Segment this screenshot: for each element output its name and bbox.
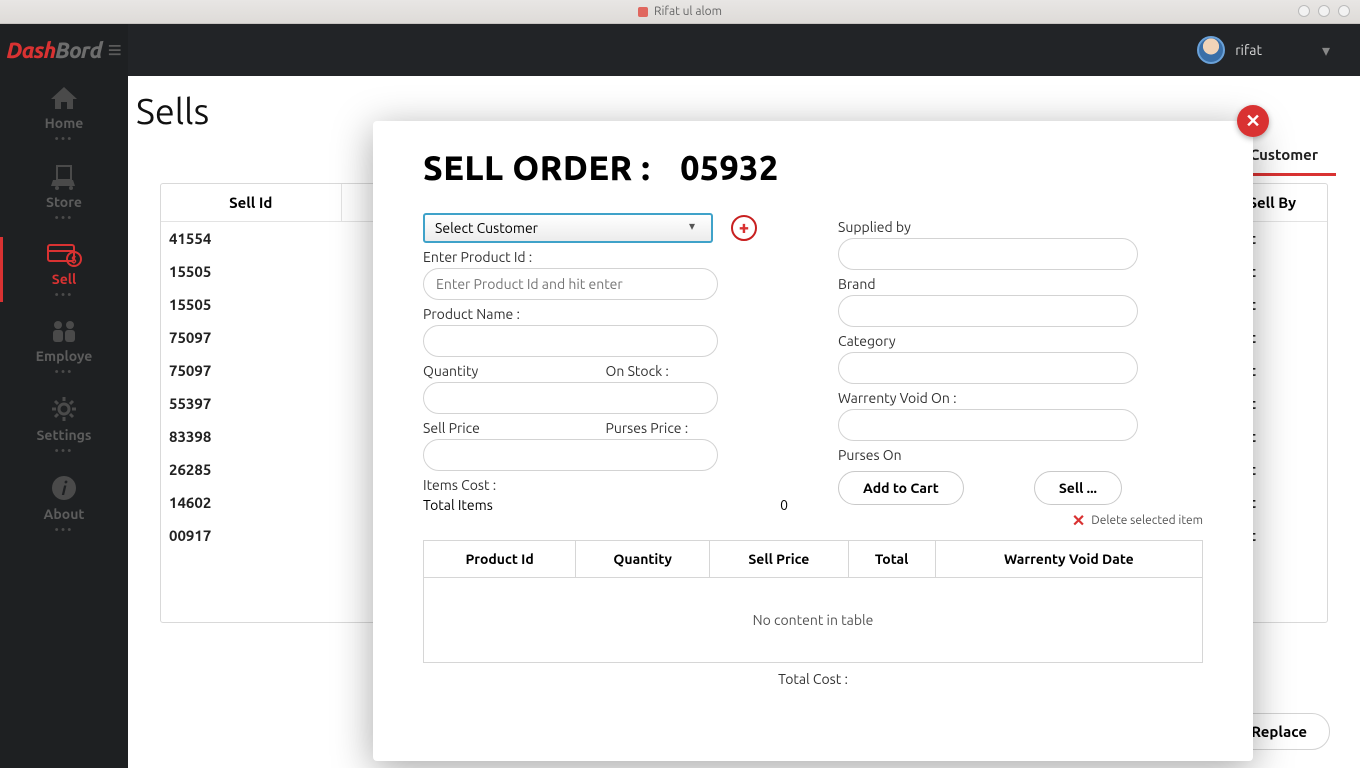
- user-bar: rifat ▾: [128, 24, 1360, 76]
- label-product-name: Product Name :: [423, 306, 788, 322]
- os-window-title: Rifat ul alom: [654, 5, 722, 18]
- product-id-input[interactable]: [423, 268, 718, 300]
- sidebar: DashBord ≡ Home ••• Store ••• $ Sell •••: [0, 24, 128, 768]
- label-supplied-by: Supplied by: [838, 219, 1203, 235]
- label-purses-on: Purses On: [838, 447, 1203, 463]
- info-icon: i: [0, 474, 128, 502]
- cart-col-total[interactable]: Total: [848, 541, 935, 578]
- app-tiny-icon: [638, 7, 648, 17]
- modal-left-col: Select Customer + Enter Product Id : Pro…: [423, 213, 788, 530]
- delete-x-icon: ✕: [1072, 511, 1085, 530]
- modal-title: SELL ORDER :05932: [423, 149, 1203, 187]
- add-customer-icon[interactable]: +: [731, 215, 757, 241]
- cart-table: Product Id Quantity Sell Price Total War…: [423, 540, 1203, 663]
- cart-empty-message: No content in table: [424, 578, 1203, 663]
- sell-order-modal: ✕ SELL ORDER :05932 Select Customer +: [373, 121, 1253, 761]
- window-maximize-button[interactable]: [1318, 5, 1330, 17]
- sidebar-item-about[interactable]: i About •••: [0, 464, 128, 543]
- window-minimize-button[interactable]: [1298, 5, 1310, 17]
- label-purses-price: Purses Price :: [606, 420, 789, 436]
- people-icon: [0, 318, 128, 344]
- label-brand: Brand: [838, 276, 1203, 292]
- total-cost-label: Total Cost :: [423, 671, 1203, 687]
- sell-price-input[interactable]: [423, 439, 718, 471]
- label-quantity: Quantity: [423, 363, 606, 379]
- sidebar-item-sell[interactable]: $ Sell •••: [0, 231, 128, 308]
- order-number: 05932: [680, 149, 778, 187]
- close-icon[interactable]: ✕: [1237, 105, 1269, 137]
- label-on-stock: On Stock :: [606, 363, 789, 379]
- label-total-items: Total Items: [423, 497, 493, 513]
- total-items-value: 0: [780, 497, 788, 513]
- os-titlebar: Rifat ul alom: [0, 0, 1360, 24]
- sidebar-item-employe[interactable]: Employe •••: [0, 308, 128, 385]
- sell-button[interactable]: Sell ...: [1034, 471, 1122, 505]
- label-category: Category: [838, 333, 1203, 349]
- brand-row: DashBord ≡: [0, 32, 128, 75]
- delete-selected-row[interactable]: ✕ Delete selected item: [838, 511, 1203, 530]
- label-sell-price: Sell Price: [423, 420, 606, 436]
- sidebar-item-home[interactable]: Home •••: [0, 75, 128, 152]
- home-icon: [0, 85, 128, 111]
- warrenty-void-input[interactable]: [838, 409, 1138, 441]
- window-close-button[interactable]: [1338, 5, 1350, 17]
- cart-icon: [0, 162, 128, 190]
- cart-col-product-id[interactable]: Product Id: [424, 541, 576, 578]
- cart-col-quantity[interactable]: Quantity: [576, 541, 710, 578]
- sidebar-item-settings[interactable]: Settings •••: [0, 385, 128, 464]
- cart-col-sell-price[interactable]: Sell Price: [710, 541, 849, 578]
- cart-col-warrenty-void-date[interactable]: Warrenty Void Date: [935, 541, 1202, 578]
- modal-layer: ✕ SELL ORDER :05932 Select Customer +: [128, 76, 1360, 768]
- customer-select[interactable]: Select Customer: [423, 213, 713, 243]
- label-enter-product-id: Enter Product Id :: [423, 249, 788, 265]
- card-dollar-icon: $: [0, 241, 128, 267]
- add-to-cart-button[interactable]: Add to Cart: [838, 471, 964, 505]
- window-controls: [1298, 5, 1350, 17]
- avatar[interactable]: [1197, 36, 1225, 64]
- modal-right-col: Supplied by Brand Category Warrenty Void…: [838, 213, 1203, 530]
- brand-logo: DashBord: [6, 38, 101, 63]
- quantity-input[interactable]: [423, 382, 718, 414]
- label-warrenty-void: Warrenty Void On :: [838, 390, 1203, 406]
- supplied-by-input[interactable]: [838, 238, 1138, 270]
- brand-input[interactable]: [838, 295, 1138, 327]
- label-items-cost: Items Cost :: [423, 477, 788, 493]
- page-body: Sells Sell Customer Sell Id RMA Sell By: [128, 76, 1360, 768]
- gear-icon: [0, 395, 128, 423]
- svg-text:$: $: [71, 254, 77, 265]
- sidebar-item-store[interactable]: Store •••: [0, 152, 128, 231]
- user-name-label: rifat: [1235, 42, 1262, 58]
- category-input[interactable]: [838, 352, 1138, 384]
- hamburger-icon[interactable]: ≡: [108, 36, 122, 65]
- product-name-input[interactable]: [423, 325, 718, 357]
- main-area: rifat ▾ Sells Sell Customer Sell Id RMA …: [128, 24, 1360, 768]
- chevron-down-icon[interactable]: ▾: [1322, 41, 1330, 60]
